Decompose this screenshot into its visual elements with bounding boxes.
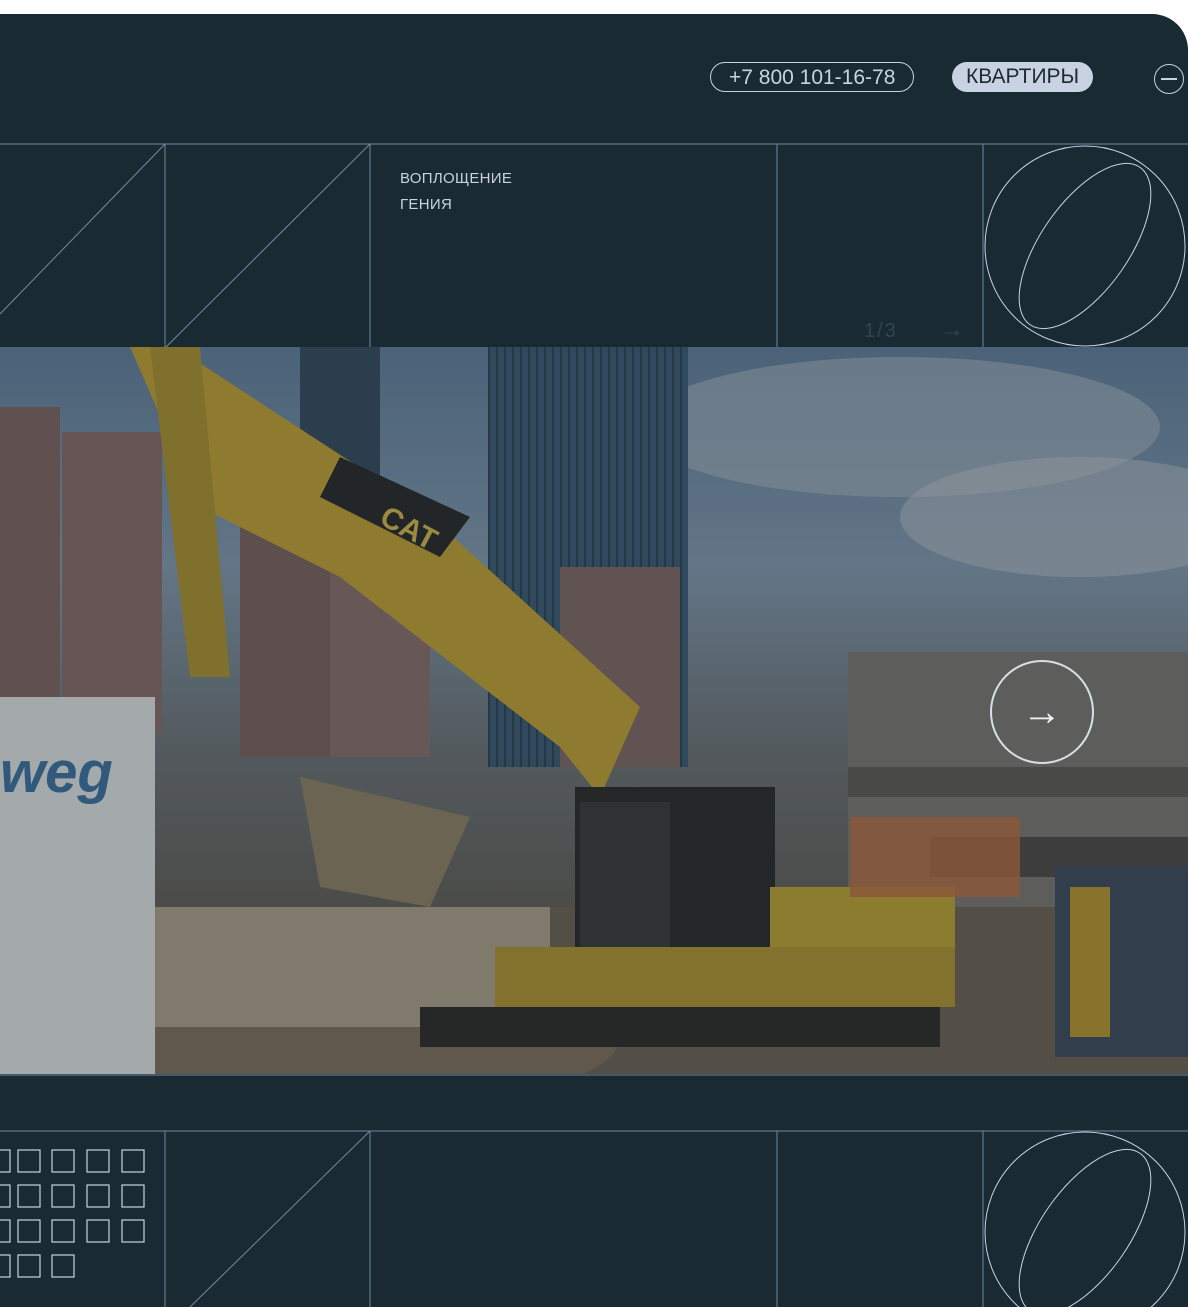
next-slide-button[interactable]: → bbox=[990, 660, 1094, 764]
arrow-right-icon[interactable]: → bbox=[940, 316, 964, 344]
squares-pattern bbox=[0, 1149, 145, 1278]
page-container: +7 800 101-16-78 КВАРТИРЫ ВОПЛОЩЕНИЕ ГЕН… bbox=[0, 14, 1188, 1307]
slide-counter: 1/3 bbox=[864, 320, 898, 342]
hero-tagline: ВОПЛОЩЕНИЕ ГЕНИЯ bbox=[400, 166, 512, 218]
tagline-line-1: ВОПЛОЩЕНИЕ bbox=[400, 170, 513, 187]
tagline-line-2: ГЕНИЯ bbox=[400, 196, 453, 213]
arrow-right-icon: → bbox=[1022, 689, 1062, 734]
